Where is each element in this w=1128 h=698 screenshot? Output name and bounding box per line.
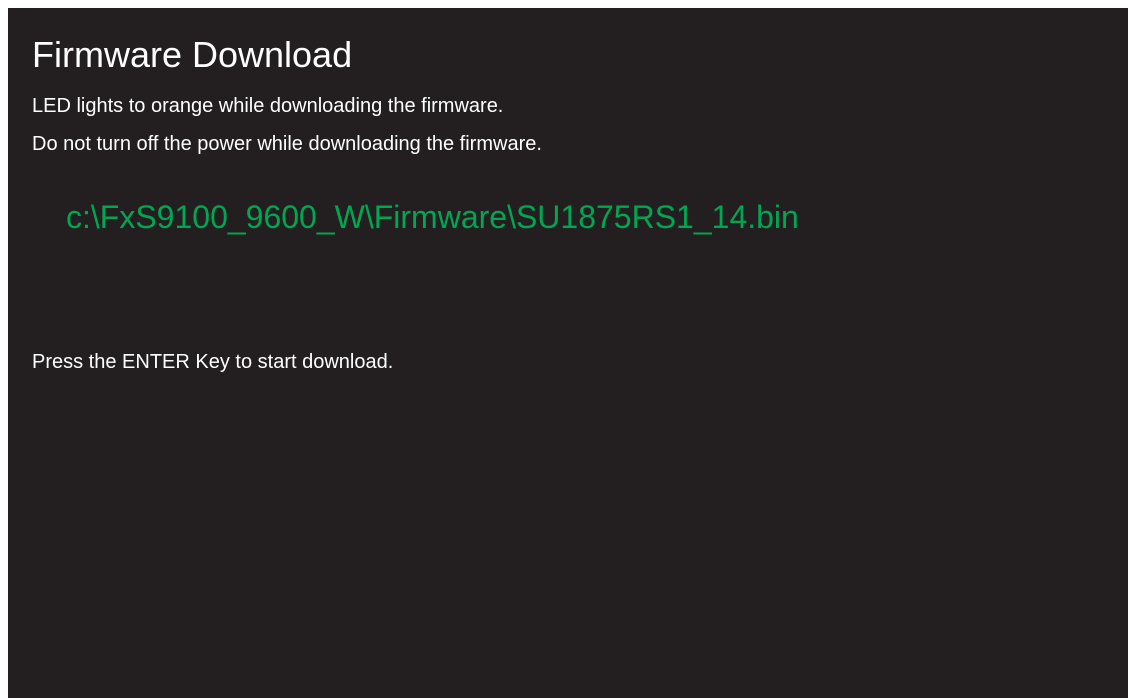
firmware-download-screen: Firmware Download LED lights to orange w… [8,8,1128,698]
firmware-file-path: c:\FxS9100_9600_W\Firmware\SU1875RS1_14.… [66,199,799,235]
page-title: Firmware Download [32,34,353,75]
power-warning-text: Do not turn off the power while download… [32,133,542,155]
led-notice-text: LED lights to orange while downloading t… [32,95,504,117]
enter-key-prompt: Press the ENTER Key to start download. [32,351,394,373]
